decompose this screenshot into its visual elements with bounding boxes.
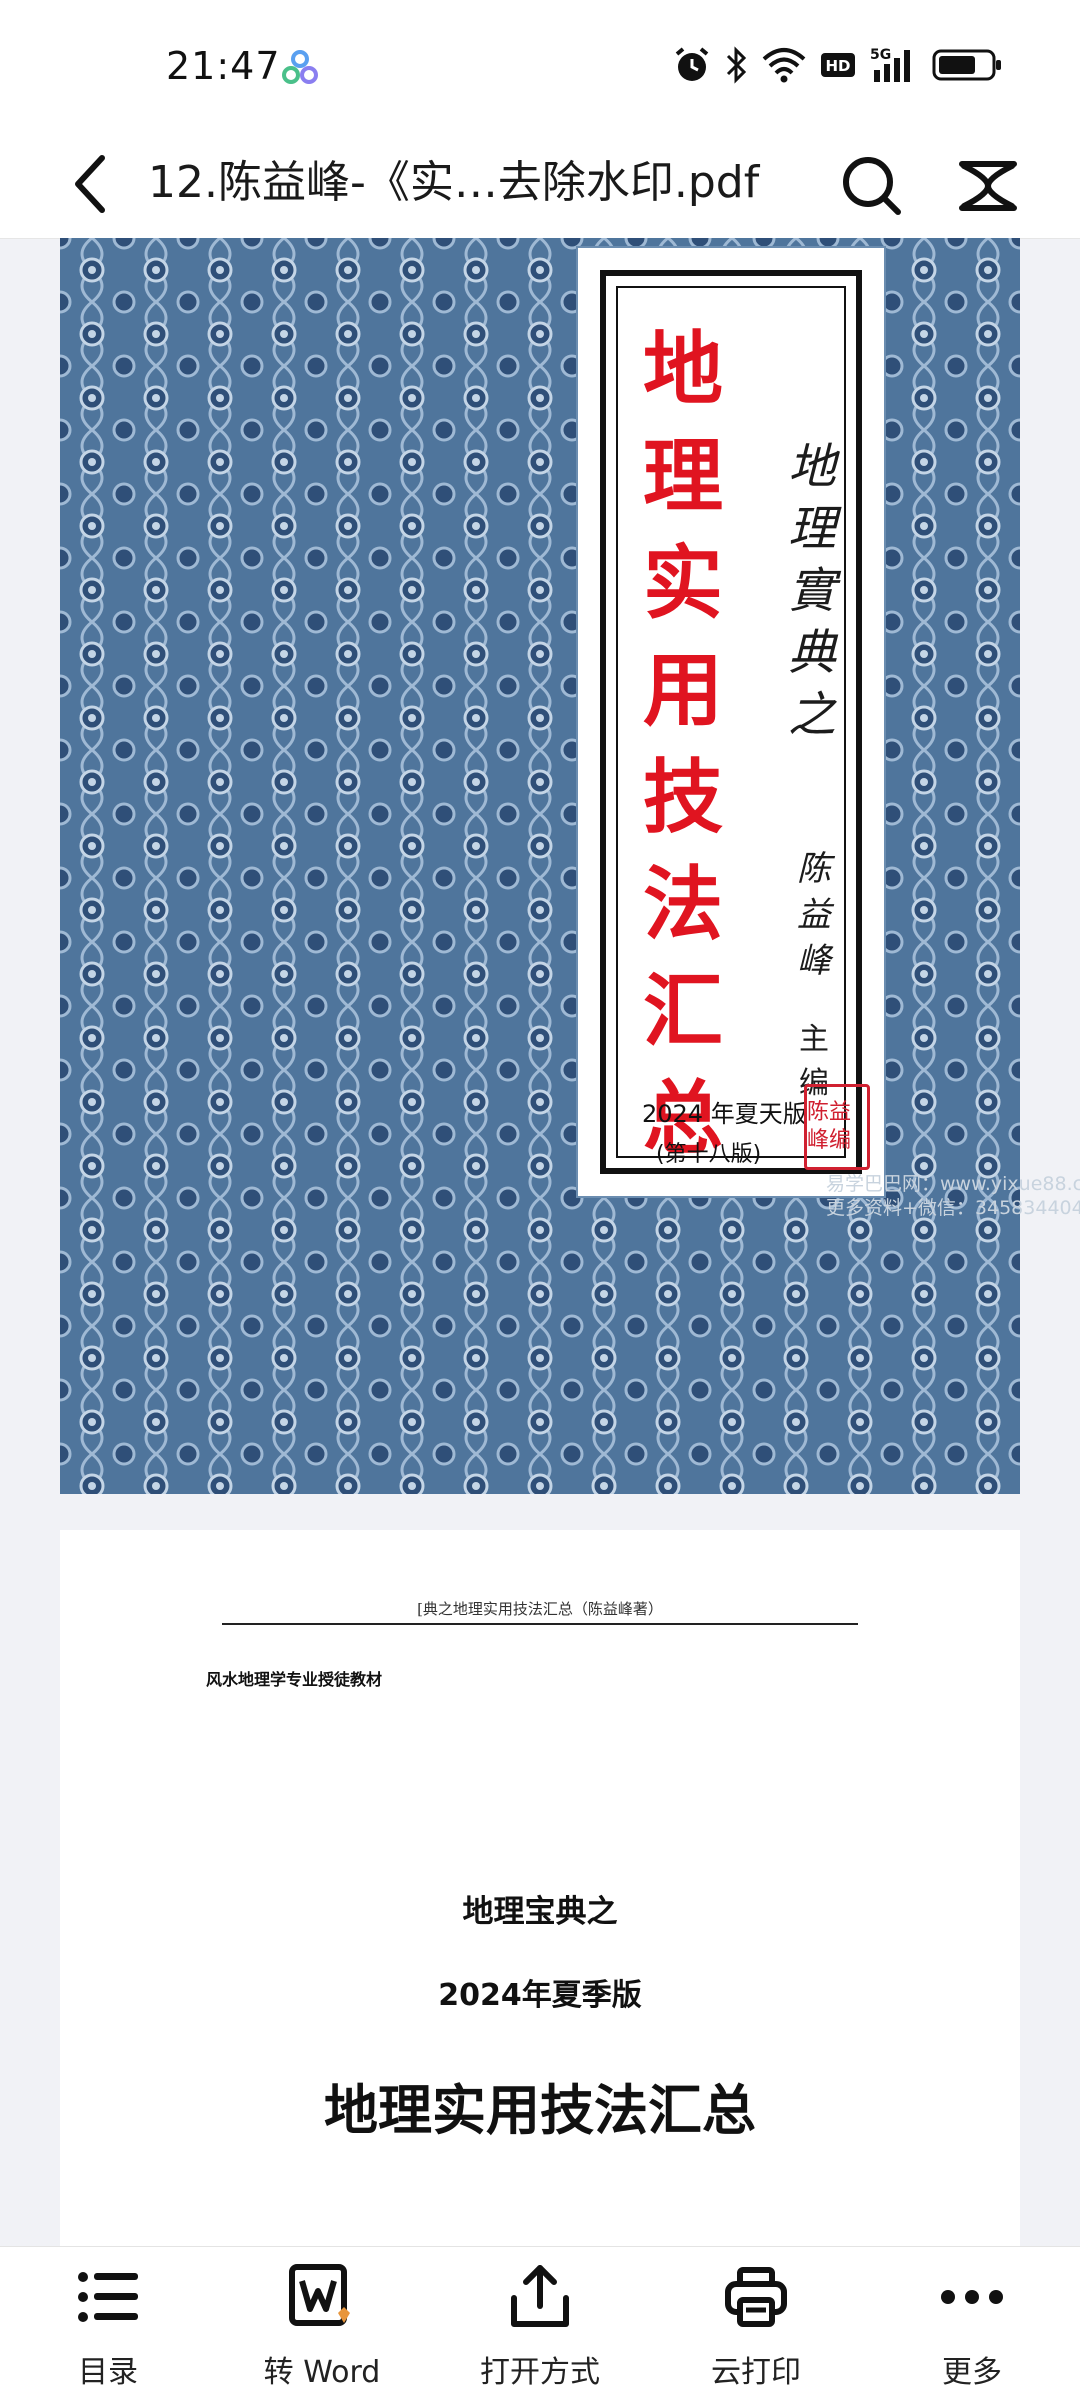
cover-label: 地理实用技法汇总 地理實典之 陈益峰 主编 2024 年夏天版 (第十八版) 陈… — [578, 248, 884, 1196]
title-bar: 12.陈益峰-《实…去除水印.pdf — [0, 130, 1080, 239]
toolbar-open-with-button[interactable]: 打开方式 — [440, 2247, 640, 2401]
svg-text:5G: 5G — [870, 47, 891, 63]
hd-icon: HD — [821, 53, 855, 77]
more-icon — [941, 2290, 1003, 2304]
back-button[interactable] — [62, 144, 118, 224]
toolbar-label: 打开方式 — [480, 2355, 600, 2390]
cover-edition: 2024 年夏天版 — [642, 1100, 807, 1128]
toolbar-label: 目录 — [78, 2355, 138, 2390]
search-button[interactable] — [838, 152, 904, 218]
toolbar-cloud-print-button[interactable]: 云打印 — [656, 2247, 856, 2401]
cover-seal: 陈益峰编 — [804, 1084, 870, 1170]
svg-text:HD: HD — [825, 57, 850, 75]
cover-main-title: 地理实用技法汇总 — [643, 322, 723, 1165]
close-icon — [959, 161, 1017, 211]
list-icon — [78, 2272, 138, 2322]
word-convert-icon — [289, 2264, 350, 2326]
toolbar-convert-word-button[interactable]: 转 Word — [222, 2247, 422, 2401]
status-icons: HD 5G — [674, 46, 1002, 84]
status-bar: 21:47 HD 5G — [0, 0, 1080, 130]
pdf-page-cover[interactable]: 地理实用技法汇总 地理實典之 陈益峰 主编 2024 年夏天版 (第十八版) 陈… — [60, 238, 1020, 1494]
toolbar-more-button[interactable]: 更多 — [872, 2247, 1072, 2401]
app-dots-icon — [282, 50, 318, 84]
running-header: [典之地理实用技法汇总（陈益峰著） — [222, 1598, 858, 1625]
bottom-toolbar: 目录 转 Word 打开方式 云打印 更多 — [0, 2246, 1080, 2401]
battery-icon — [932, 49, 1001, 81]
alarm-icon — [675, 47, 709, 81]
label-frame: 地理实用技法汇总 地理實典之 陈益峰 主编 2024 年夏天版 (第十八版) 陈… — [600, 270, 870, 1174]
watermark-text: 易学巴巴网：www.yixue88.cn 更多资料+微信：3458344044 — [826, 1172, 1080, 1220]
document-title: 12.陈益峰-《实…去除水印.pdf — [148, 157, 760, 208]
cover-edition-number: (第十八版) — [656, 1136, 762, 1170]
textbook-tag: 风水地理学专业授徒教材 — [206, 1670, 383, 1689]
watermark-line-1: 易学巴巴网：www.yixue88.cn — [826, 1173, 1080, 1195]
watermark-line-2: 更多资料+微信：3458344044 — [826, 1197, 1080, 1219]
status-time: 21:47 — [166, 44, 281, 88]
pdf-page-2[interactable]: [典之地理实用技法汇总（陈益峰著） 风水地理学专业授徒教材 地理宝典之 2024… — [60, 1530, 1020, 2250]
back-icon — [75, 155, 105, 213]
printer-icon — [725, 2267, 787, 2327]
heading-main-title: 地理实用技法汇总 — [324, 2079, 756, 2142]
cover-author: 陈益峰 — [797, 849, 831, 981]
heading-series: 地理宝典之 — [462, 1894, 618, 1930]
bluetooth-icon — [726, 46, 747, 84]
toolbar-contents-button[interactable]: 目录 — [8, 2247, 208, 2401]
cover-subtitle: 地理實典之 — [787, 439, 836, 743]
5g-signal-icon: 5G — [870, 47, 910, 82]
search-icon — [843, 157, 901, 215]
toolbar-label: 转 Word — [263, 2355, 381, 2390]
toolbar-label: 更多 — [942, 2355, 1002, 2390]
heading-edition: 2024年夏季版 — [438, 1978, 642, 2013]
close-button[interactable] — [956, 154, 1020, 218]
wifi-icon — [762, 48, 806, 83]
toolbar-label: 云打印 — [711, 2355, 801, 2390]
share-icon — [511, 2265, 569, 2327]
